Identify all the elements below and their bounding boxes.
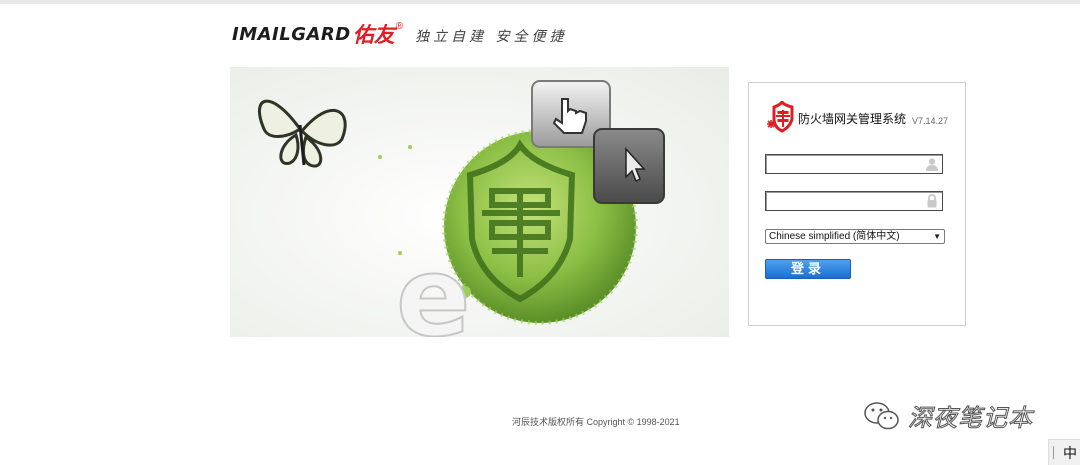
user-icon <box>926 158 938 171</box>
brand-wordmark: IMAILGARD <box>232 23 351 45</box>
password-input[interactable] <box>766 193 919 211</box>
language-selected: Chinese simplified (简体中文) <box>769 231 900 242</box>
version-label: V7.14.27 <box>912 116 949 126</box>
registered-mark: ® <box>395 20 404 32</box>
top-divider <box>0 0 1080 4</box>
panel-header: 防火墙网关管理系统 V7.14.27 <box>765 101 948 133</box>
brand-header: IMAILGARD 佑友 ® 独立自建 安全便捷 <box>232 18 568 50</box>
svg-text:e: e <box>396 233 471 337</box>
brand-slogan: 独立自建 安全便捷 <box>415 29 568 45</box>
language-select[interactable]: Chinese simplified (简体中文) ▼ <box>765 229 945 244</box>
keyboard-key-arrow <box>593 128 665 204</box>
watermark-text: 深夜笔记本 <box>908 404 1033 433</box>
watermark: 深夜笔记本 <box>862 398 1033 433</box>
hero-banner: e <box>230 67 729 337</box>
wechat-icon <box>864 401 899 429</box>
password-field[interactable] <box>765 191 943 211</box>
ime-language-label: 中 <box>1063 445 1077 461</box>
username-input[interactable] <box>766 156 919 174</box>
brand-chinese-name: 佑友 <box>352 22 395 47</box>
system-title: 防火墙网关管理系统 <box>798 112 907 126</box>
ime-indicator[interactable]: 中 <box>1048 439 1080 465</box>
lock-icon <box>927 194 937 208</box>
ime-separator <box>1053 446 1054 459</box>
login-panel: 防火墙网关管理系统 V7.14.27 Chinese simplified (简… <box>748 82 966 326</box>
chevron-down-icon: ▼ <box>933 232 941 241</box>
copyright-footer: 河辰技术版权所有 Copyright © 1998-2021 <box>512 417 680 427</box>
username-field[interactable] <box>765 154 943 174</box>
login-button[interactable]: 登录 <box>765 259 851 279</box>
shield-logo-icon <box>767 101 794 133</box>
